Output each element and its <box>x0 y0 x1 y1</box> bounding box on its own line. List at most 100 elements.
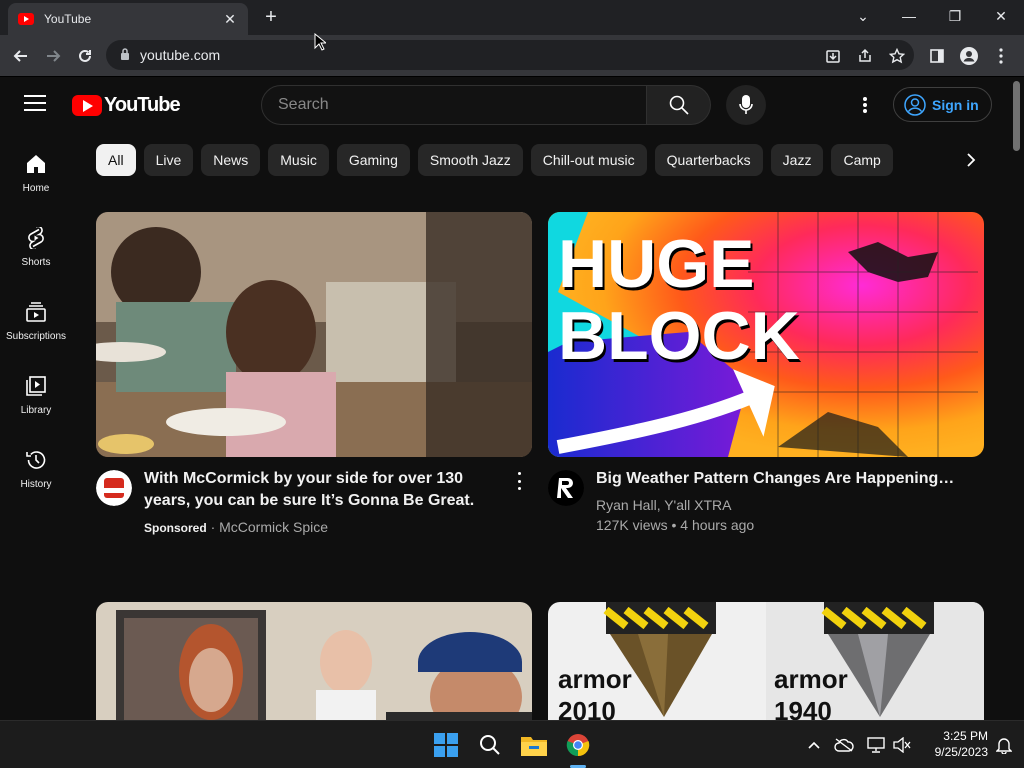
browser-tab-strip: YouTube ✕ + ⌄ — ❐ ✕ <box>0 0 1024 35</box>
clock-date: 9/25/2023 <box>934 745 988 759</box>
logo-text: YouTube <box>104 94 181 116</box>
search-icon <box>669 95 689 115</box>
voice-search-button[interactable] <box>726 85 766 125</box>
chip-jazz[interactable]: Jazz <box>770 144 824 176</box>
sidebar-item-label: Subscriptions <box>5 331 67 342</box>
notifications-bell-icon[interactable] <box>988 729 1020 761</box>
chip-smooth-jazz[interactable]: Smooth Jazz <box>417 144 523 176</box>
windows-taskbar: 3:25 PM 9/25/2023 <box>0 720 1024 768</box>
youtube-logo[interactable]: YouTube <box>72 94 181 117</box>
share-icon[interactable] <box>850 41 880 71</box>
address-bar[interactable]: youtube.com <box>106 40 914 70</box>
sidebar-item-label: History <box>20 479 52 490</box>
chip-quarterbacks[interactable]: Quarterbacks <box>654 144 763 176</box>
video-thumbnail[interactable] <box>96 602 532 720</box>
new-tab-button[interactable]: + <box>260 6 282 28</box>
weather-map-thumbnail-image: HUGE HUGE BLOCK BLOCK <box>548 212 984 457</box>
browser-tab[interactable]: YouTube ✕ <box>8 3 248 35</box>
video-byline: Sponsored · McCormick Spice <box>144 519 328 535</box>
profile-icon[interactable] <box>954 41 984 71</box>
video-thumbnail[interactable] <box>96 212 532 457</box>
lock-icon[interactable] <box>120 47 130 63</box>
channel-avatar[interactable] <box>548 470 584 506</box>
sidebar-item-subscriptions[interactable]: Subscriptions <box>0 281 72 355</box>
video-stats: 127K views • 4 hours ago <box>596 517 755 533</box>
people-laughing-thumbnail-image <box>96 602 532 720</box>
sidebar-item-label: Library <box>20 405 52 416</box>
restore-button[interactable]: ❐ <box>932 0 978 32</box>
microphone-icon <box>739 95 753 114</box>
chrome-menu-icon[interactable] <box>986 41 1016 71</box>
shorts-icon <box>28 227 44 249</box>
family-dinner-thumbnail-image <box>96 212 532 457</box>
mccormick-logo-icon <box>96 470 132 506</box>
file-explorer-icon[interactable] <box>518 729 550 761</box>
sidebar-item-library[interactable]: Library <box>0 355 72 429</box>
url-text[interactable]: youtube.com <box>140 47 220 63</box>
thumbnail-text-block: BLOCK <box>558 298 800 374</box>
video-menu-icon[interactable] <box>518 472 524 490</box>
close-tab-icon[interactable]: ✕ <box>222 11 238 28</box>
chip-gaming[interactable]: Gaming <box>336 144 410 176</box>
sidebar-item-history[interactable]: History <box>0 429 72 503</box>
settings-menu-icon[interactable] <box>855 95 875 115</box>
scrollbar-thumb[interactable] <box>1013 81 1020 151</box>
sidebar-item-label: Shorts <box>21 257 51 268</box>
minimize-button[interactable]: — <box>886 0 932 32</box>
chips-next-chevron-icon[interactable] <box>936 144 976 176</box>
tab-title: YouTube <box>44 12 92 26</box>
chip-all[interactable]: All <box>96 144 136 176</box>
video-thumbnail[interactable]: armor 2010 armor 1940 <box>548 602 984 720</box>
thumbnail-text-year-right: 1940 <box>774 696 832 720</box>
page-scrollbar[interactable] <box>1010 77 1024 720</box>
onedrive-offline-icon[interactable] <box>828 729 860 761</box>
side-panel-icon[interactable] <box>922 41 952 71</box>
mouse-cursor-icon <box>314 33 326 51</box>
video-title[interactable]: With McCormick by your side for over 130… <box>144 468 504 512</box>
video-thumbnail[interactable]: HUGE HUGE BLOCK BLOCK <box>548 212 984 457</box>
system-clock[interactable]: 3:25 PM 9/25/2023 <box>924 728 988 760</box>
search-button[interactable] <box>647 85 711 125</box>
sidebar-item-shorts[interactable]: Shorts <box>0 207 72 281</box>
chip-camp[interactable]: Camp <box>831 144 893 176</box>
bookmark-star-icon[interactable] <box>882 41 912 71</box>
hamburger-menu-icon[interactable] <box>24 95 46 113</box>
windows-start-icon[interactable] <box>430 729 462 761</box>
clock-time: 3:25 PM <box>943 729 988 743</box>
sign-in-label: Sign in <box>932 96 979 113</box>
thumbnail-text-year-left: 2010 <box>558 696 616 720</box>
subscriptions-icon <box>26 302 46 322</box>
home-icon <box>27 155 45 173</box>
reload-button[interactable] <box>70 41 100 71</box>
channel-name[interactable]: McCormick Spice <box>219 519 328 535</box>
sign-in-button[interactable]: Sign in <box>893 87 992 122</box>
sidebar-item-label: Home <box>22 183 50 194</box>
thumbnail-text-armor-left: armor <box>558 664 632 694</box>
search-box[interactable] <box>261 85 647 125</box>
back-button[interactable] <box>6 41 36 71</box>
close-window-button[interactable]: ✕ <box>978 0 1024 32</box>
sidebar-item-home[interactable]: Home <box>0 133 72 207</box>
taskbar-search-icon[interactable] <box>474 729 506 761</box>
chip-music[interactable]: Music <box>268 144 329 176</box>
volume-muted-icon[interactable] <box>886 729 918 761</box>
channel-avatar[interactable] <box>96 470 132 506</box>
chrome-taskbar-icon[interactable] <box>562 729 594 761</box>
search-input[interactable] <box>278 96 618 114</box>
youtube-masthead: YouTube Sign in <box>0 77 1010 133</box>
tab-search-chevron-icon[interactable]: ⌄ <box>840 0 886 32</box>
forward-button[interactable] <box>38 41 68 71</box>
install-app-icon[interactable] <box>818 41 848 71</box>
channel-name[interactable]: Ryan Hall, Y'all XTRA <box>596 497 731 513</box>
chip-chill-out-music[interactable]: Chill-out music <box>530 144 647 176</box>
chip-live[interactable]: Live <box>143 144 194 176</box>
ryan-hall-logo-icon <box>548 470 584 506</box>
chip-news[interactable]: News <box>201 144 261 176</box>
sponsored-label: Sponsored <box>144 521 207 535</box>
separator-dot: · <box>210 519 220 535</box>
history-icon <box>26 451 46 469</box>
browser-toolbar: youtube.com <box>0 35 1024 77</box>
youtube-favicon-icon <box>18 13 34 25</box>
show-hidden-icons-chevron-icon[interactable] <box>798 729 830 761</box>
video-title[interactable]: Big Weather Pattern Changes Are Happenin… <box>596 468 956 490</box>
